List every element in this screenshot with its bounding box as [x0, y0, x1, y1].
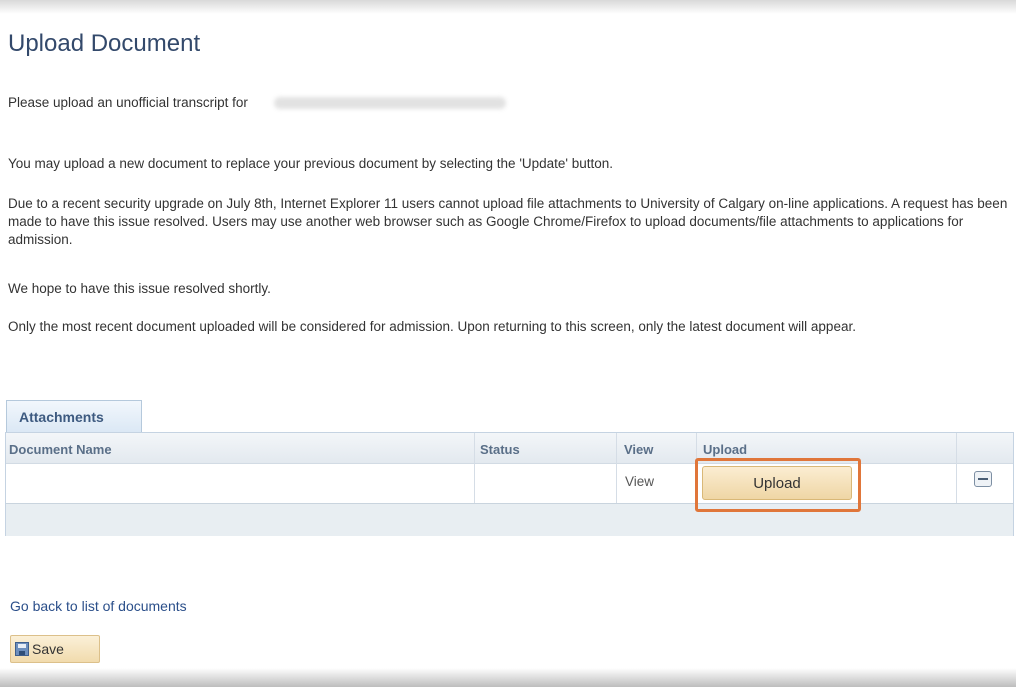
grid-footer [6, 503, 1013, 536]
top-shadow [0, 0, 1016, 14]
row-view-link[interactable]: View [625, 474, 654, 489]
attachments-grid: Document Name Status View Upload View [5, 432, 1014, 536]
bottom-shadow [0, 668, 1016, 687]
column-divider [474, 433, 475, 503]
replace-note: You may upload a new document to replace… [8, 156, 614, 171]
transcript-prompt-text: Please upload an unofficial transcript f… [8, 95, 248, 110]
save-icon [15, 642, 29, 656]
upload-button[interactable]: Upload [702, 466, 852, 500]
redacted-applicant-name [273, 97, 506, 110]
back-to-documents-link[interactable]: Go back to list of documents [10, 598, 187, 614]
tab-attachments[interactable]: Attachments [6, 400, 142, 432]
column-header-document-name: Document Name [9, 442, 112, 457]
column-divider [956, 433, 957, 503]
security-note: Due to a recent security upgrade on July… [8, 196, 1008, 247]
save-button[interactable]: Save [10, 635, 100, 663]
column-divider [616, 433, 617, 503]
column-header-upload: Upload [703, 442, 748, 457]
save-label: Save [32, 641, 64, 657]
minus-icon[interactable] [974, 471, 992, 487]
page-title: Upload Document [8, 30, 201, 57]
recent-note: Only the most recent document uploaded w… [8, 319, 856, 334]
column-header-view: View [624, 442, 654, 457]
transcript-prompt: Please upload an unofficial transcript f… [8, 94, 1008, 112]
hope-note: We hope to have this issue resolved shor… [8, 281, 271, 296]
column-header-status: Status [480, 442, 520, 457]
